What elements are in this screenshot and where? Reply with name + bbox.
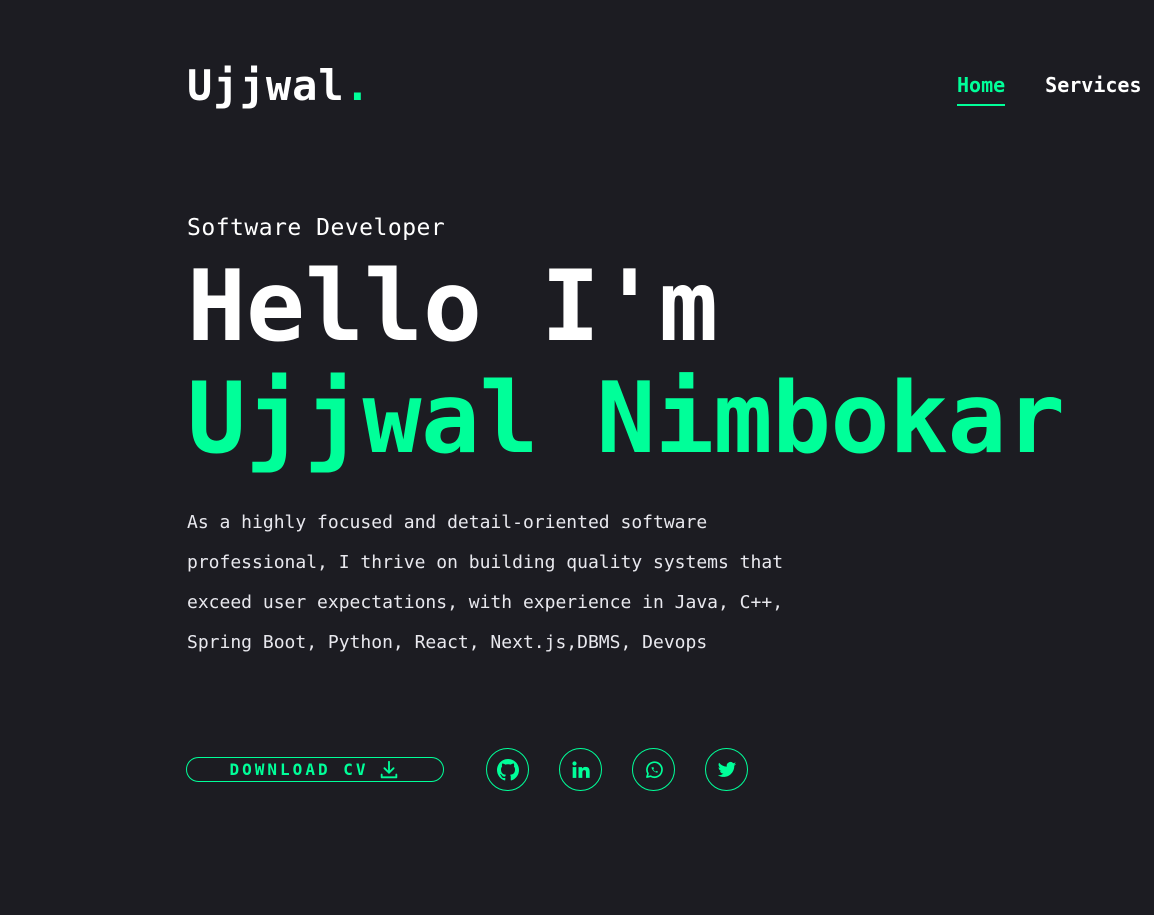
whatsapp-icon: [644, 760, 664, 780]
linkedin-link[interactable]: [559, 748, 602, 791]
nav-item-services[interactable]: Services: [1045, 72, 1141, 106]
role-subtitle: Software Developer: [187, 215, 446, 241]
download-cv-label: DOWNLOAD CV: [229, 760, 369, 779]
name-heading: Ujjwal Nimbokar: [187, 362, 1065, 476]
social-links: [486, 748, 748, 791]
github-link[interactable]: [486, 748, 529, 791]
github-icon: [496, 758, 519, 781]
download-icon: [378, 759, 400, 781]
linkedin-icon: [571, 760, 591, 780]
logo-text: Ujjwal: [187, 61, 345, 110]
download-cv-button[interactable]: DOWNLOAD CV: [186, 757, 444, 782]
twitter-icon: [717, 760, 737, 780]
intro-description: As a highly focused and detail-oriented …: [187, 512, 784, 653]
greeting-heading: Hello I'm: [187, 250, 719, 364]
nav-item-home[interactable]: Home: [957, 72, 1006, 106]
logo[interactable]: Ujjwal.: [187, 58, 371, 114]
main-nav: Home Services: [957, 72, 1142, 106]
logo-dot: .: [344, 61, 372, 110]
page: Ujjwal. Home Services Software Developer…: [0, 0, 1154, 915]
twitter-link[interactable]: [705, 748, 748, 791]
whatsapp-link[interactable]: [632, 748, 675, 791]
